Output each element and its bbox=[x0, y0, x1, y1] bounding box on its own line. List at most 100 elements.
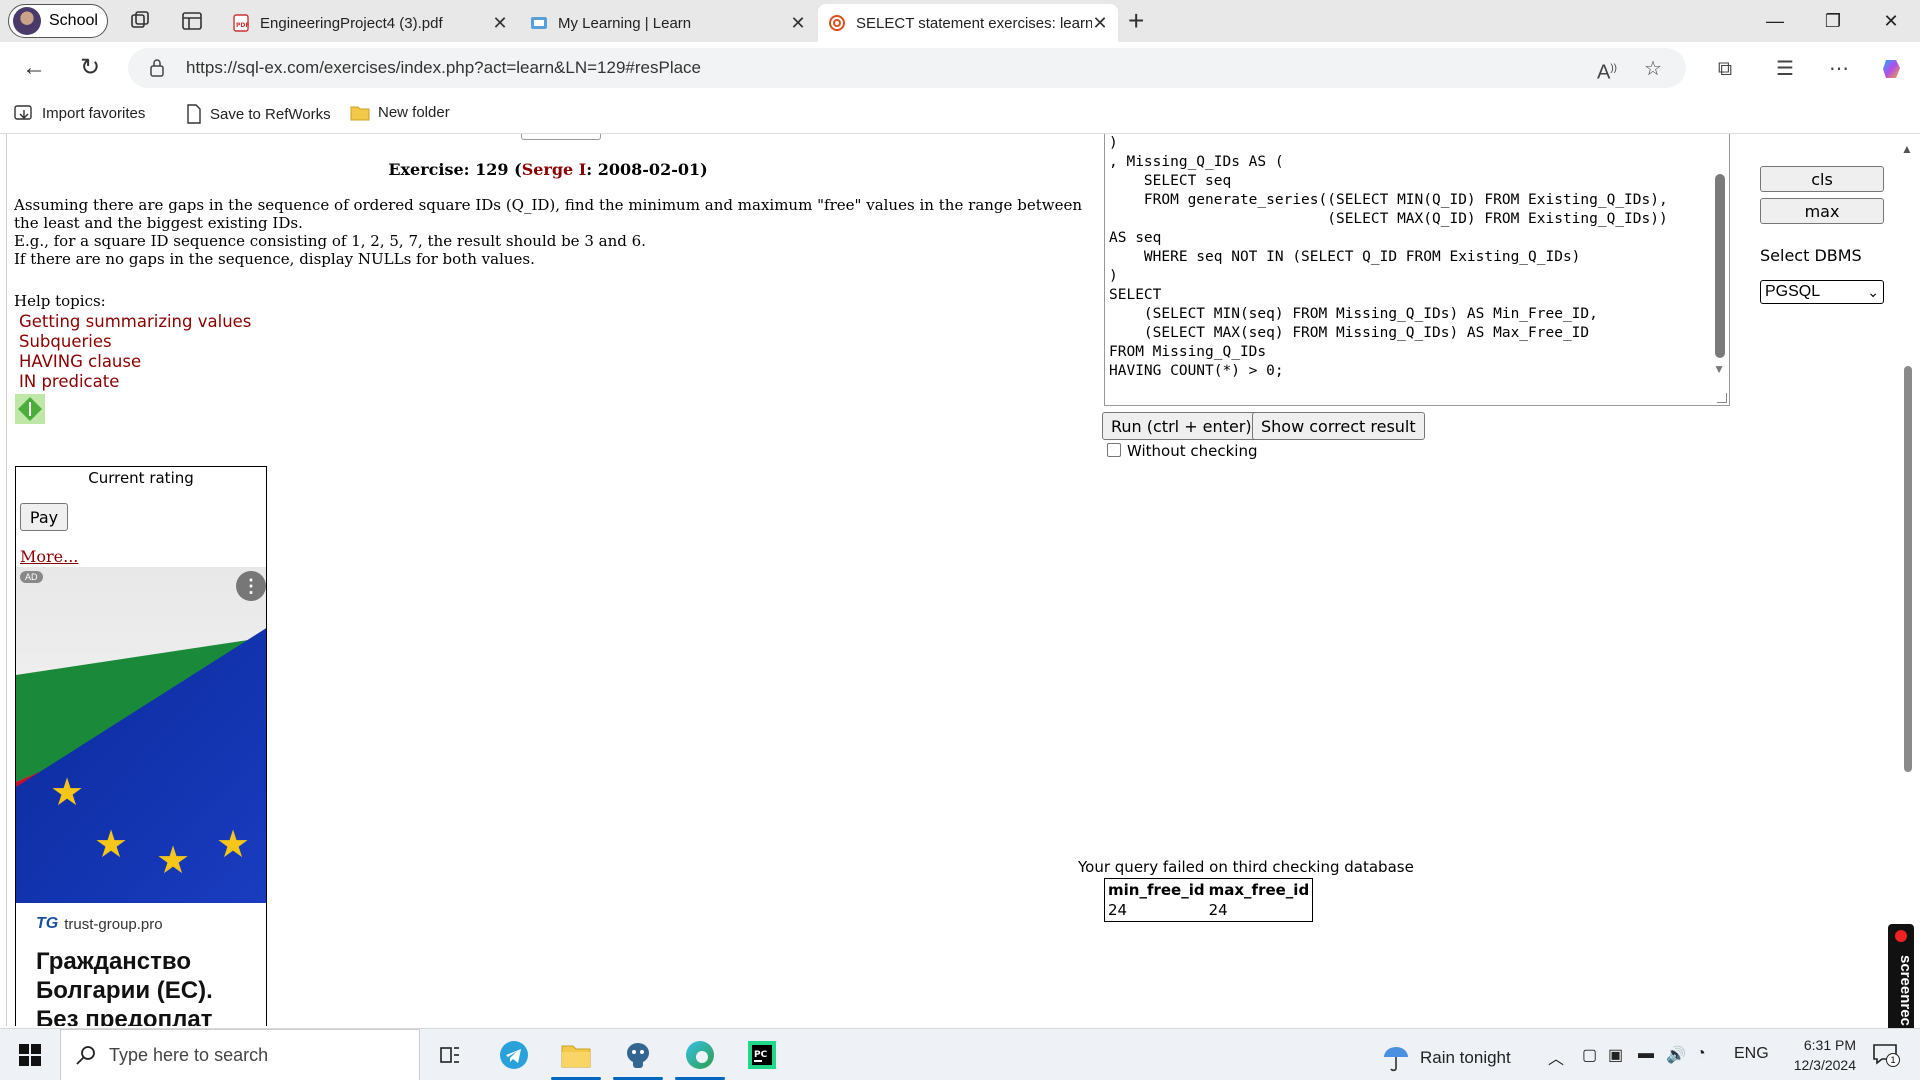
favorite-star-icon[interactable]: ☆ bbox=[1640, 56, 1666, 82]
ad-menu-icon[interactable]: ⋮ bbox=[236, 571, 266, 601]
scroll-down-icon[interactable]: ▼ bbox=[1713, 362, 1725, 376]
browser-tab-strip: School PDF EngineeringProject4 (3).pdf ✕… bbox=[0, 0, 1920, 42]
tab-title: SELECT statement exercises: learn bbox=[856, 14, 1092, 32]
edge-icon[interactable] bbox=[682, 1037, 718, 1073]
favorite-label: Import favorites bbox=[42, 104, 146, 122]
file-explorer-icon[interactable] bbox=[558, 1037, 594, 1073]
refresh-icon[interactable]: ↻ bbox=[76, 54, 104, 82]
read-aloud-icon[interactable]: A)) bbox=[1594, 56, 1620, 84]
ad-headline[interactable]: Гражданство Болгарии (ЕС). Без предоплат bbox=[36, 947, 256, 1026]
notifications-icon[interactable]: 1 bbox=[1872, 1043, 1900, 1067]
record-icon bbox=[1895, 930, 1907, 942]
svg-text:★: ★ bbox=[156, 838, 190, 882]
run-button[interactable]: Run (ctrl + enter) bbox=[1102, 412, 1261, 440]
more-link[interactable]: More... bbox=[20, 547, 78, 566]
author-link[interactable]: Serge I bbox=[522, 160, 587, 179]
windows-start-icon[interactable] bbox=[18, 1043, 42, 1067]
weather-widget[interactable]: Rain tonight bbox=[1380, 1043, 1511, 1073]
ad-badge: AD bbox=[20, 571, 43, 583]
favorites-bar: Import favorites Save to RefWorks New fo… bbox=[0, 94, 1920, 134]
tab-my-learning[interactable]: My Learning | Learn ✕ bbox=[520, 4, 816, 42]
language-indicator[interactable]: ENG bbox=[1734, 1045, 1769, 1063]
pycharm-icon[interactable]: PC bbox=[744, 1037, 780, 1073]
table-cell: 24 bbox=[1108, 901, 1128, 919]
copilot-icon[interactable] bbox=[1880, 56, 1906, 82]
clock-time: 6:31 PM bbox=[1803, 1037, 1856, 1053]
screenrec-label: screenrec bbox=[1897, 954, 1914, 1026]
description-line: If there are no gaps in the sequence, di… bbox=[14, 250, 535, 268]
hidden-button[interactable] bbox=[521, 134, 601, 140]
table-header-row: min_free_id max_free_id bbox=[1107, 881, 1310, 899]
save-to-refworks[interactable]: Save to RefWorks bbox=[186, 104, 331, 124]
scrollbar-thumb[interactable] bbox=[1904, 366, 1912, 772]
close-icon[interactable]: ✕ bbox=[492, 13, 508, 34]
task-view-icon[interactable] bbox=[432, 1037, 468, 1073]
screen-icon[interactable]: ▣ bbox=[1608, 1045, 1623, 1065]
restore-icon[interactable]: ❐ bbox=[1818, 6, 1848, 36]
battery-icon[interactable]: ▬ bbox=[1638, 1045, 1654, 1063]
description-line: Assuming there are gaps in the sequence … bbox=[14, 196, 1082, 232]
help-topics-list: Getting summarizing values Subqueries HA… bbox=[19, 312, 251, 392]
tab-sql-ex[interactable]: SELECT statement exercises: learn ✕ bbox=[818, 4, 1118, 42]
help-topic-link[interactable]: Subqueries bbox=[19, 332, 251, 352]
tab-actions-icon[interactable] bbox=[180, 9, 204, 33]
close-icon[interactable]: ✕ bbox=[1092, 13, 1108, 34]
wifi-icon[interactable]: ◔ bbox=[1696, 1045, 1706, 1063]
diamond-icon[interactable] bbox=[15, 394, 45, 424]
minimize-icon[interactable]: — bbox=[1760, 6, 1790, 36]
help-topic-link[interactable]: IN predicate bbox=[19, 372, 251, 392]
dbms-select[interactable]: PGSQL ⌄ bbox=[1760, 280, 1884, 304]
rating-box: Current rating Pay More... ★ ★ ★ ★ AD ⋮ … bbox=[15, 466, 267, 1026]
workspaces-icon[interactable] bbox=[128, 9, 152, 33]
new-tab-icon[interactable]: + bbox=[1128, 6, 1144, 36]
extensions-icon[interactable]: ⧉ bbox=[1712, 56, 1738, 82]
result-message: Your query failed on third checking data… bbox=[1078, 858, 1414, 876]
screenrec-widget[interactable]: screenrec bbox=[1888, 924, 1914, 1036]
without-checking-checkbox[interactable] bbox=[1107, 443, 1121, 457]
volume-icon[interactable]: 🔊 bbox=[1666, 1045, 1686, 1065]
table-cell: 24 bbox=[1208, 901, 1228, 919]
close-window-icon[interactable]: ✕ bbox=[1876, 6, 1906, 36]
address-bar[interactable]: https://sql-ex.com/exercises/index.php?a… bbox=[128, 48, 1686, 88]
scroll-up-icon[interactable]: ▲ bbox=[1901, 142, 1913, 156]
chevron-down-icon: ⌄ bbox=[1867, 284, 1879, 300]
taskbar: Type here to search PC Rain tonight ︿ ▢ … bbox=[0, 1028, 1920, 1080]
help-topic-link[interactable]: Getting summarizing values bbox=[19, 312, 251, 332]
help-topic-link[interactable]: HAVING clause bbox=[19, 352, 251, 372]
page-scrollbar[interactable]: ▲ bbox=[1896, 134, 1920, 1026]
tg-logo-icon: TG bbox=[36, 915, 59, 932]
rain-umbrella-icon bbox=[1384, 1047, 1408, 1072]
favorite-label: New folder bbox=[378, 104, 450, 121]
new-folder[interactable]: New folder bbox=[350, 104, 450, 121]
profile-label: School bbox=[49, 12, 98, 29]
more-options-icon[interactable]: ⋯ bbox=[1826, 56, 1852, 82]
chevron-up-icon[interactable]: ︿ bbox=[1548, 1045, 1564, 1069]
max-button[interactable]: max bbox=[1760, 198, 1884, 224]
back-icon[interactable]: ← bbox=[20, 54, 48, 82]
telegram-icon[interactable] bbox=[496, 1037, 532, 1073]
lock-icon[interactable] bbox=[148, 58, 166, 78]
cls-button[interactable]: cls bbox=[1760, 166, 1884, 192]
editor-scrollbar[interactable] bbox=[1715, 174, 1725, 358]
column-header: min_free_id bbox=[1108, 881, 1205, 899]
avatar bbox=[13, 7, 41, 35]
meet-now-icon[interactable]: ▢ bbox=[1582, 1045, 1597, 1065]
import-favorites[interactable]: Import favorites bbox=[14, 104, 145, 122]
ad-site[interactable]: TG trust-group.pro bbox=[36, 915, 163, 933]
advertisement[interactable]: ★ ★ ★ ★ AD ⋮ TG trust-group.pro Гражданст… bbox=[16, 567, 266, 1026]
profile-button[interactable]: School bbox=[8, 4, 108, 38]
favorites-icon[interactable]: ☰ bbox=[1772, 56, 1798, 82]
close-icon[interactable]: ✕ bbox=[790, 13, 806, 34]
sql-code[interactable]: ) , Missing_Q_IDs AS ( SELECT seq FROM g… bbox=[1109, 134, 1668, 381]
resize-handle[interactable] bbox=[1717, 393, 1727, 403]
show-correct-result-button[interactable]: Show correct result bbox=[1252, 412, 1425, 440]
page-icon bbox=[187, 104, 201, 124]
clock[interactable]: 6:31 PM 12/3/2024 bbox=[1770, 1035, 1856, 1075]
pgadmin-icon[interactable] bbox=[620, 1037, 656, 1073]
tab-title: My Learning | Learn bbox=[558, 14, 692, 32]
sql-editor[interactable]: ) , Missing_Q_IDs AS ( SELECT seq FROM g… bbox=[1104, 134, 1730, 406]
tab-pdf[interactable]: PDF EngineeringProject4 (3).pdf ✕ bbox=[222, 4, 518, 42]
taskbar-search[interactable]: Type here to search bbox=[60, 1029, 420, 1080]
svg-text:★: ★ bbox=[216, 822, 250, 866]
pay-button[interactable]: Pay bbox=[20, 503, 68, 531]
